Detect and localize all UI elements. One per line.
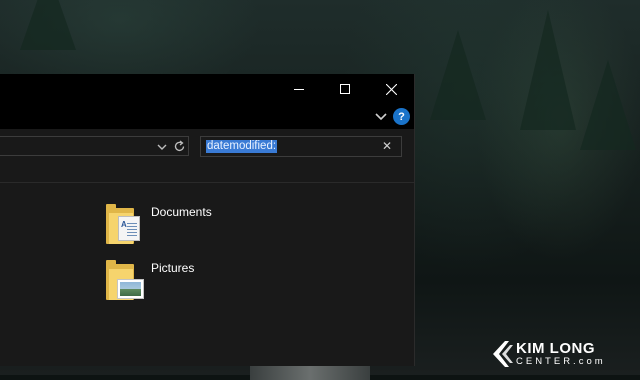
item-label: Documents <box>151 205 212 219</box>
pictures-folder-icon <box>106 260 144 300</box>
wallpaper-tree <box>430 30 486 120</box>
maximize-icon <box>340 84 350 94</box>
clear-search-button[interactable]: ✕ <box>382 140 392 153</box>
kim-long-logo-icon <box>493 341 513 367</box>
documents-folder-icon: A <box>106 204 144 244</box>
wallpaper-tree <box>520 10 576 130</box>
expand-ribbon-button[interactable] <box>374 109 388 123</box>
search-input[interactable]: datemodified: <box>206 140 278 153</box>
search-box[interactable]: datemodified: ✕ <box>200 136 402 157</box>
minimize-icon <box>294 89 304 90</box>
wallpaper-tree <box>580 60 636 150</box>
item-label: Pictures <box>151 261 195 275</box>
maximize-button[interactable] <box>322 74 368 104</box>
address-bar[interactable] <box>0 136 189 156</box>
title-bar <box>0 74 414 104</box>
divider <box>0 182 414 183</box>
address-history-chevron-icon[interactable] <box>157 142 167 152</box>
ribbon-bar: ? <box>0 104 414 129</box>
navigation-bar: datemodified: ✕ <box>0 129 414 158</box>
list-item-documents[interactable]: A Documents <box>106 204 212 244</box>
watermark-bottom-text: CENTER.com <box>516 356 606 367</box>
close-button[interactable] <box>368 74 414 104</box>
chevron-down-icon <box>375 113 387 121</box>
refresh-icon[interactable] <box>173 140 186 153</box>
file-explorer-window: ? datemodified: ✕ A Documents Pictures <box>0 74 415 366</box>
watermark-logo: KIM LONG CENTER.com <box>493 341 606 367</box>
list-item-pictures[interactable]: Pictures <box>106 260 194 300</box>
minimize-button[interactable] <box>276 74 322 104</box>
close-icon <box>385 83 397 95</box>
watermark-top-text: KIM LONG <box>516 340 595 357</box>
help-button[interactable]: ? <box>393 108 410 125</box>
wallpaper-tree <box>20 0 76 50</box>
